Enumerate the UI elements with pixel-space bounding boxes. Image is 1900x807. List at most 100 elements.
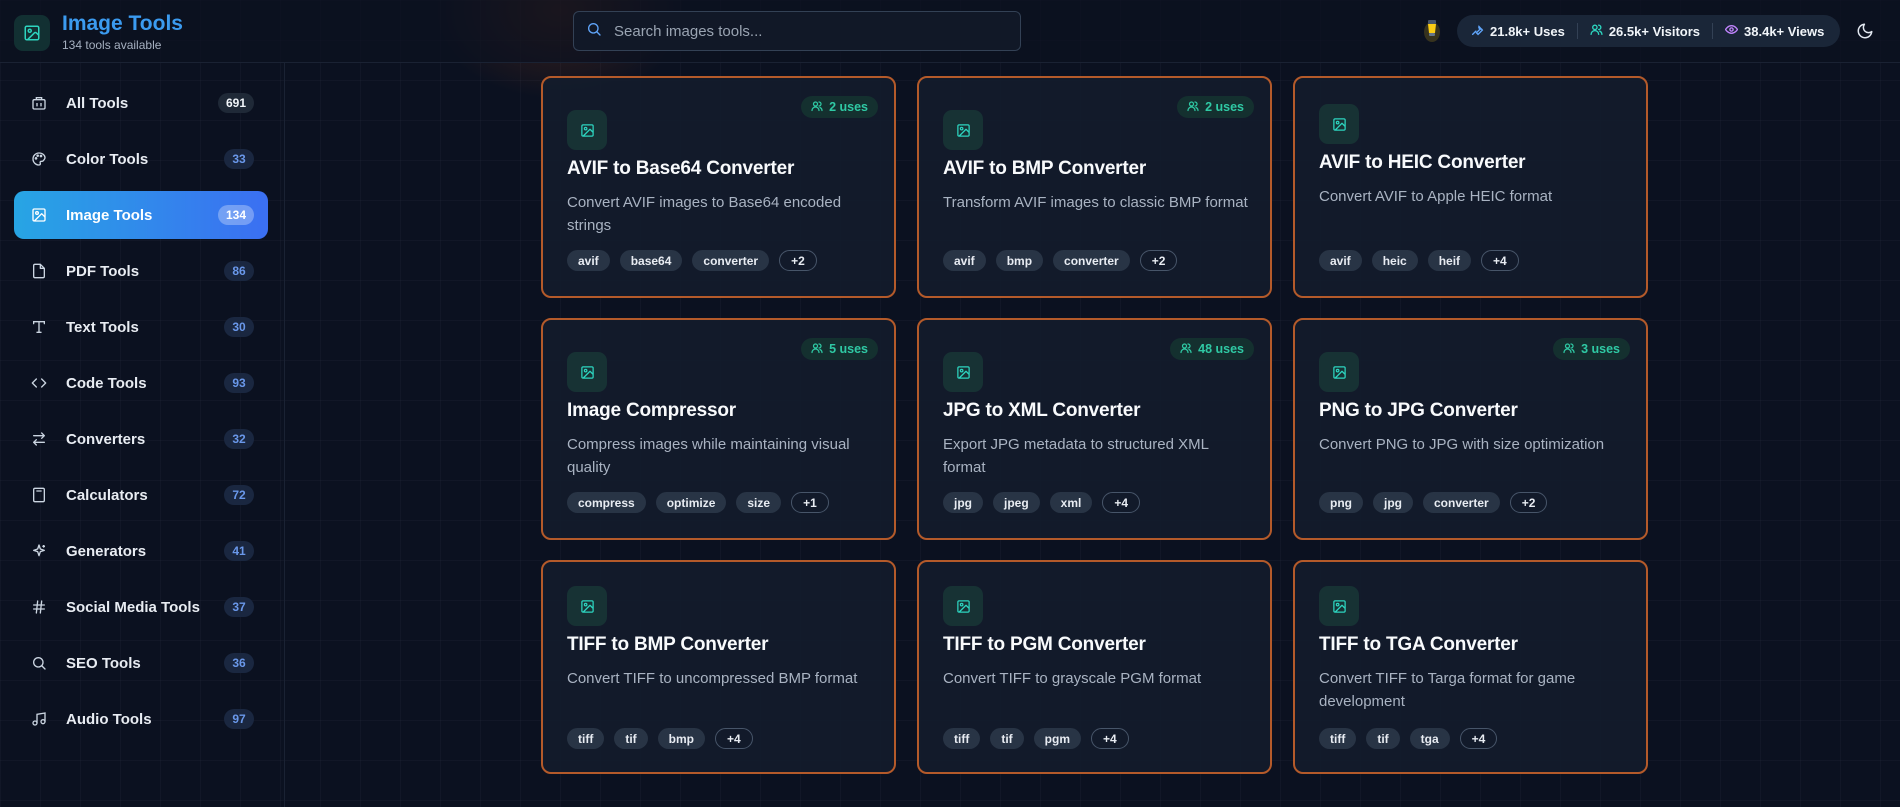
image-icon bbox=[1319, 104, 1359, 144]
sidebar-item-label: All Tools bbox=[66, 94, 129, 112]
sidebar-item-audio-tools[interactable]: Audio Tools 97 bbox=[14, 695, 268, 743]
sidebar-item-converters[interactable]: Converters 32 bbox=[14, 415, 268, 463]
sparkles-icon bbox=[30, 542, 48, 560]
sidebar-item-label: Code Tools bbox=[66, 374, 147, 392]
users-icon bbox=[811, 100, 829, 115]
sidebar-item-all-tools[interactable]: All Tools 691 bbox=[14, 79, 268, 127]
code-icon bbox=[30, 374, 48, 392]
palette-icon bbox=[30, 150, 48, 168]
all-tools-icon bbox=[30, 94, 48, 112]
tag-chip: png bbox=[1319, 492, 1363, 513]
count-badge: 41 bbox=[224, 541, 254, 561]
sidebar-item-social-media-tools[interactable]: Social Media Tools 37 bbox=[14, 583, 268, 631]
tool-card[interactable]: AVIF to HEIC Converter Convert AVIF to Ap… bbox=[1293, 76, 1648, 298]
card-description: Convert TIFF to grayscale PGM format bbox=[943, 670, 1202, 687]
top-header: Image Tools 134 tools available 21.8k+ U… bbox=[0, 0, 1900, 63]
tag-chip: converter bbox=[692, 250, 770, 271]
eye-icon bbox=[1724, 23, 1744, 39]
more-tags-badge: +4 bbox=[715, 728, 753, 749]
sidebar-item-text-tools[interactable]: Text Tools 30 bbox=[14, 303, 268, 351]
tag-list: jpg jpeg xml +4 bbox=[943, 492, 1150, 513]
tag-chip: tiff bbox=[943, 728, 981, 749]
uses-count: 5 uses bbox=[829, 342, 868, 356]
tag-chip: converter bbox=[1053, 250, 1130, 271]
tag-list: tiff tif bmp +4 bbox=[567, 728, 763, 749]
sidebar-item-code-tools[interactable]: Code Tools 93 bbox=[14, 359, 268, 407]
card-title: TIFF to BMP Converter bbox=[567, 634, 769, 655]
more-tags-badge: +2 bbox=[1509, 492, 1548, 513]
users-icon bbox=[1187, 100, 1205, 115]
tool-card[interactable]: 2 uses AVIF to BMP Converter Transform AVI… bbox=[917, 76, 1272, 298]
tag-chip: size bbox=[736, 492, 782, 513]
search-input[interactable] bbox=[614, 22, 1014, 40]
tool-card[interactable]: 2 uses AVIF to Base64 Converter Convert AV… bbox=[541, 76, 896, 298]
card-title: AVIF to Base64 Converter bbox=[567, 158, 795, 179]
tag-chip: tiff bbox=[567, 728, 605, 749]
tag-chip: heic bbox=[1371, 250, 1418, 271]
sidebar-item-seo-tools[interactable]: SEO Tools 36 bbox=[14, 639, 268, 687]
more-tags-badge: +4 bbox=[1481, 250, 1519, 271]
moon-icon[interactable] bbox=[1856, 22, 1876, 42]
users-icon bbox=[1180, 342, 1198, 357]
count-badge: 93 bbox=[224, 373, 254, 393]
tool-card[interactable]: TIFF to BMP Converter Convert TIFF to unc… bbox=[541, 560, 896, 774]
card-description: Convert TIFF to Targa format for game de… bbox=[1319, 670, 1576, 710]
brand: Image Tools 134 tools available bbox=[14, 13, 183, 52]
image-icon bbox=[567, 586, 607, 626]
lamp-icon[interactable] bbox=[1422, 18, 1442, 44]
sidebar-item-generators[interactable]: Generators 41 bbox=[14, 527, 268, 575]
sidebar-item-pdf-tools[interactable]: PDF Tools 86 bbox=[14, 247, 268, 295]
tag-chip: jpeg bbox=[993, 492, 1040, 513]
music-icon bbox=[30, 710, 48, 728]
image-icon bbox=[1319, 352, 1359, 392]
uses-badge: 5 uses bbox=[801, 338, 878, 360]
image-icon bbox=[943, 586, 983, 626]
card-title: PNG to JPG Converter bbox=[1319, 400, 1518, 421]
count-badge: 30 bbox=[224, 317, 254, 337]
card-title: JPG to XML Converter bbox=[943, 400, 1141, 421]
image-icon bbox=[567, 352, 607, 392]
image-icon bbox=[1319, 586, 1359, 626]
tool-card[interactable]: 3 uses PNG to JPG Converter Convert PNG to… bbox=[1293, 318, 1648, 540]
count-badge: 37 bbox=[224, 597, 254, 617]
tag-chip: tif bbox=[614, 728, 648, 749]
sidebar-item-color-tools[interactable]: Color Tools 33 bbox=[14, 135, 268, 183]
count-badge: 86 bbox=[224, 261, 254, 281]
uses-stat-label: 21.8k+ Uses bbox=[1490, 23, 1565, 39]
tool-card[interactable]: 48 uses JPG to XML Converter Export JPG me… bbox=[917, 318, 1272, 540]
card-description: Transform AVIF images to classic BMP for… bbox=[943, 194, 1248, 211]
count-badge: 33 bbox=[224, 149, 254, 169]
tag-chip: jpg bbox=[943, 492, 983, 513]
tag-chip: bmp bbox=[995, 250, 1044, 271]
file-icon bbox=[30, 262, 48, 280]
uses-badge: 2 uses bbox=[1177, 96, 1254, 118]
card-description: Convert TIFF to uncompressed BMP format bbox=[567, 670, 858, 687]
image-icon bbox=[30, 206, 48, 224]
count-badge: 134 bbox=[217, 205, 254, 225]
sidebar-item-image-tools[interactable]: Image Tools 134 bbox=[14, 191, 268, 239]
tool-card[interactable]: TIFF to PGM Converter Convert TIFF to gra… bbox=[917, 560, 1272, 774]
tag-chip: avif bbox=[943, 250, 986, 271]
sidebar-item-label: Calculators bbox=[66, 486, 148, 504]
sidebar-item-label: Audio Tools bbox=[66, 710, 152, 728]
tag-chip: base64 bbox=[619, 250, 683, 271]
sidebar-item-label: PDF Tools bbox=[66, 262, 140, 280]
divider bbox=[1576, 23, 1578, 39]
search-bar[interactable] bbox=[573, 11, 1021, 51]
sidebar-item-calculators[interactable]: Calculators 72 bbox=[14, 471, 268, 519]
tool-card[interactable]: TIFF to TGA Converter Convert TIFF to Tar… bbox=[1293, 560, 1648, 774]
more-tags-badge: +4 bbox=[1102, 492, 1141, 513]
divider bbox=[1712, 23, 1714, 39]
uses-badge: 3 uses bbox=[1553, 338, 1630, 360]
tag-chip: xml bbox=[1049, 492, 1093, 513]
views-stat-label: 38.4k+ Views bbox=[1744, 23, 1825, 39]
card-description: Convert PNG to JPG with size optimizatio… bbox=[1319, 436, 1605, 453]
tag-list: png jpg converter +2 bbox=[1319, 492, 1557, 513]
tag-chip: tiff bbox=[1319, 728, 1357, 749]
tool-card[interactable]: 5 uses Image Compressor Compress images wh… bbox=[541, 318, 896, 540]
tag-chip: pgm bbox=[1033, 728, 1081, 749]
views-stat: 38.4k+ Views bbox=[1724, 23, 1825, 39]
tag-chip: jpg bbox=[1373, 492, 1413, 513]
users-icon bbox=[1563, 342, 1581, 357]
tag-chip: tif bbox=[1366, 728, 1400, 749]
